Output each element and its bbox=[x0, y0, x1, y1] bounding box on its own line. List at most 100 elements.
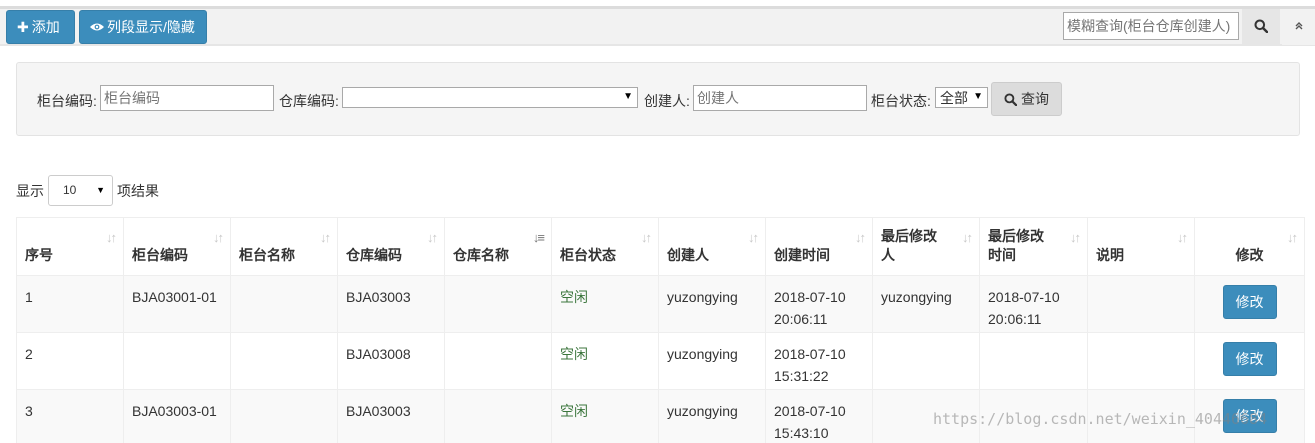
cell-no: 2 bbox=[16, 332, 124, 390]
search-icon bbox=[1254, 19, 1269, 36]
column-header-label: 柜台状态 bbox=[560, 247, 616, 263]
column-header[interactable]: 修改 ↓↑ bbox=[1194, 217, 1305, 276]
page-length-select[interactable]: 10 ▼ bbox=[48, 175, 113, 206]
column-header-label: 创建时间 bbox=[774, 247, 830, 263]
column-header-label: 修改 bbox=[1235, 247, 1264, 263]
cell-status: 空闲 bbox=[551, 389, 659, 443]
plus-icon: ✚ bbox=[17, 18, 29, 35]
cell-status: 空闲 bbox=[551, 275, 659, 333]
sort-icon: ↓↑ bbox=[748, 230, 759, 245]
column-header[interactable]: 最后修改时间 ↓↑ bbox=[979, 217, 1088, 276]
collapse-button[interactable] bbox=[1282, 9, 1315, 45]
sort-icon: ↓↑ bbox=[1070, 230, 1081, 245]
sort-icon: ↓↑ bbox=[641, 230, 652, 245]
column-header[interactable]: 最后修改人 ↓↑ bbox=[872, 217, 980, 276]
sort-icon: ↓↑ bbox=[962, 230, 973, 245]
modified-time: 20:06:11 bbox=[988, 311, 1042, 327]
cell-modifier bbox=[872, 332, 980, 390]
cell-warehouse-name bbox=[444, 332, 552, 390]
created-time: 15:31:22 bbox=[774, 368, 829, 384]
sort-icon: ↓↑ bbox=[213, 230, 224, 245]
cell-counter-name bbox=[230, 389, 338, 443]
warehouse-code-label: 仓库编码: bbox=[279, 93, 339, 109]
sort-icon: ↓↑ bbox=[106, 230, 117, 245]
cell-created-time: 2018-07-10 15:43:10 bbox=[765, 389, 873, 443]
watermark: https://blog.csdn.net/weixin_40446684 bbox=[933, 410, 1268, 428]
column-header-label: 序号 bbox=[25, 247, 53, 263]
cell-modified-time: 2018-07-10 20:06:11 bbox=[979, 275, 1088, 333]
dropdown-arrow-icon: ▼ bbox=[623, 91, 633, 102]
cell-warehouse-code: BJA03003 bbox=[337, 389, 445, 443]
column-header-label: 最后修改时间 bbox=[988, 228, 1044, 263]
page-length-value: 10 bbox=[63, 183, 77, 197]
add-button[interactable]: ✚ 添加 bbox=[6, 10, 75, 44]
column-header[interactable]: 柜台编码 ↓↑ bbox=[123, 217, 231, 276]
dropdown-arrow-icon: ▼ bbox=[973, 91, 983, 102]
cell-counter-code: BJA03001-01 bbox=[123, 275, 231, 333]
table-header-row: 序号 ↓↑ 柜台编码 ↓↑ 柜台名称 ↓↑ 仓库编码 ↓↑ 仓库名称 ↓≡ 柜台状态 ↓↑ … bbox=[16, 217, 1305, 276]
add-button-label: 添加 bbox=[31, 19, 60, 35]
cell-warehouse-code: BJA03003 bbox=[337, 275, 445, 333]
creator-input[interactable] bbox=[693, 85, 867, 111]
status-value: 全部 bbox=[940, 89, 968, 106]
column-header[interactable]: 创建时间 ↓↑ bbox=[765, 217, 873, 276]
sort-icon: ↓↑ bbox=[855, 230, 866, 245]
column-header[interactable]: 仓库编码 ↓↑ bbox=[337, 217, 445, 276]
cell-modified-time bbox=[979, 332, 1088, 390]
cell-created-time: 2018-07-10 15:31:22 bbox=[765, 332, 873, 390]
sort-icon: ↓↑ bbox=[1287, 230, 1298, 245]
cell-no: 1 bbox=[16, 275, 124, 333]
column-header[interactable]: 柜台状态 ↓↑ bbox=[551, 217, 659, 276]
eye-icon bbox=[90, 19, 104, 35]
column-header-label: 仓库名称 bbox=[453, 247, 509, 263]
status-label: 柜台状态: bbox=[871, 93, 931, 109]
column-header-label: 柜台编码 bbox=[132, 247, 188, 263]
column-header[interactable]: 创建人 ↓↑ bbox=[658, 217, 766, 276]
column-header-label: 仓库编码 bbox=[346, 247, 402, 263]
creator-label: 创建人: bbox=[644, 93, 690, 109]
sort-icon: ↓↑ bbox=[1177, 230, 1188, 245]
cell-created-time: 2018-07-10 20:06:11 bbox=[765, 275, 873, 333]
cell-status: 空闲 bbox=[551, 332, 659, 390]
fuzzy-search-input[interactable] bbox=[1063, 12, 1239, 40]
counter-code-label: 柜台编码: bbox=[37, 93, 97, 109]
column-header[interactable]: 柜台名称 ↓↑ bbox=[230, 217, 338, 276]
cell-note bbox=[1087, 332, 1195, 390]
table-row: 1 BJA03001-01 BJA03003 空闲 yuzongying 201… bbox=[16, 275, 1305, 333]
filter-panel: 柜台编码: 仓库编码: ▼ 创建人: 柜台状态: 全部 ▼ 查询 bbox=[16, 62, 1300, 136]
length-suffix: 项结果 bbox=[117, 183, 159, 199]
column-header[interactable]: 仓库名称 ↓≡ bbox=[444, 217, 552, 276]
column-header[interactable]: 序号 ↓↑ bbox=[16, 217, 124, 276]
column-header-label: 柜台名称 bbox=[239, 247, 295, 263]
column-header-label: 创建人 bbox=[667, 247, 709, 263]
column-header-label: 说明 bbox=[1096, 247, 1124, 263]
edit-button[interactable]: 修改 bbox=[1222, 342, 1277, 376]
cell-creator: yuzongying bbox=[658, 389, 766, 443]
cell-warehouse-name bbox=[444, 389, 552, 443]
dropdown-arrow-icon: ▼ bbox=[96, 185, 105, 195]
created-date: 2018-07-10 bbox=[774, 346, 846, 362]
sort-icon: ↓↑ bbox=[320, 230, 331, 245]
chevron-up-icon bbox=[1294, 20, 1304, 34]
search-icon bbox=[1004, 92, 1017, 106]
column-header[interactable]: 说明 ↓↑ bbox=[1087, 217, 1195, 276]
cell-warehouse-name bbox=[444, 275, 552, 333]
cell-counter-name bbox=[230, 275, 338, 333]
cell-creator: yuzongying bbox=[658, 275, 766, 333]
search-button[interactable] bbox=[1242, 9, 1280, 45]
edit-button[interactable]: 修改 bbox=[1222, 285, 1277, 319]
status-select[interactable]: 全部 ▼ bbox=[935, 87, 988, 108]
query-button[interactable]: 查询 bbox=[991, 82, 1062, 116]
cell-counter-code: BJA03003-01 bbox=[123, 389, 231, 443]
cell-counter-name bbox=[230, 332, 338, 390]
counter-code-input[interactable] bbox=[100, 85, 274, 111]
cell-edit: 修改 bbox=[1194, 332, 1305, 390]
cell-note bbox=[1087, 275, 1195, 333]
created-date: 2018-07-10 bbox=[774, 289, 846, 305]
created-time: 15:43:10 bbox=[774, 425, 829, 441]
warehouse-code-select[interactable]: ▼ bbox=[342, 87, 638, 108]
toggle-columns-button[interactable]: 列段显示/隐藏 bbox=[79, 10, 207, 44]
column-header-label: 最后修改人 bbox=[881, 228, 937, 263]
cell-creator: yuzongying bbox=[658, 332, 766, 390]
created-time: 20:06:11 bbox=[774, 311, 828, 327]
